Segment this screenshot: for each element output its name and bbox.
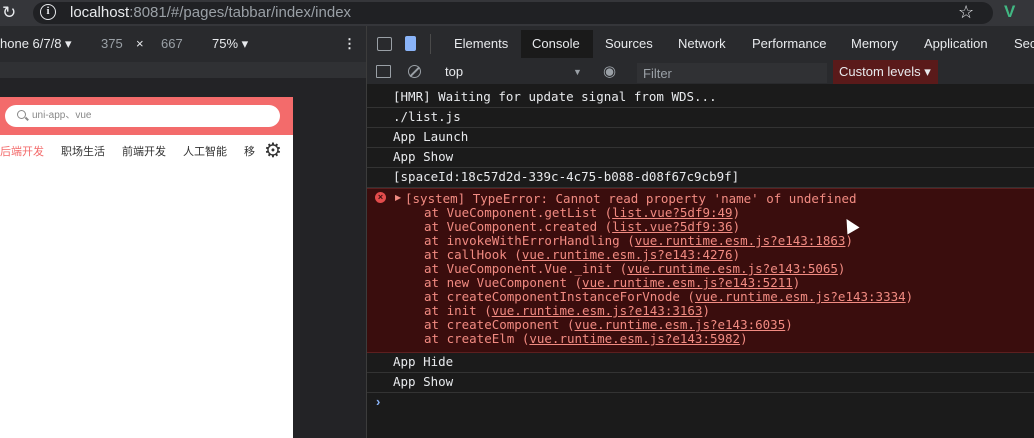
tab-security[interactable]: Sec (1014, 37, 1034, 51)
stack-frame: at createComponentInstanceForVnode (vue.… (424, 289, 914, 304)
phone-search-bar[interactable]: uni-app、vue (5, 105, 280, 127)
search-icon (17, 110, 26, 119)
dimension-separator: × (136, 36, 144, 51)
stack-frame: at VueComponent.created (list.vue?5df9:3… (424, 219, 741, 234)
more-options-icon[interactable]: ⋮ (343, 37, 356, 51)
stack-frame-link[interactable]: vue.runtime.esm.js?e143:3163 (492, 303, 703, 318)
stack-frame: at createElm (vue.runtime.esm.js?e143:59… (424, 331, 748, 346)
device-width[interactable]: 375 (101, 37, 123, 51)
category-tab-career[interactable]: 职场生活 (61, 145, 105, 159)
console-message: [spaceId:18c57d2d-339c-4c75-b088-d08f67c… (367, 168, 1034, 188)
filter-input[interactable] (637, 63, 827, 83)
console-message: App Hide (367, 353, 1034, 373)
stack-frame: at VueComponent.getList (list.vue?5df9:4… (424, 205, 741, 220)
url-text[interactable]: localhost:8081/#/pages/tabbar/index/inde… (70, 4, 351, 22)
stack-frame: at createComponent (vue.runtime.esm.js?e… (424, 317, 793, 332)
stack-frame-link[interactable]: vue.runtime.esm.js?e143:5982 (529, 331, 740, 346)
console-message: ./list.js (367, 108, 1034, 128)
stack-frame: at invokeWithErrorHandling (vue.runtime.… (424, 233, 853, 248)
stack-frame-link[interactable]: vue.runtime.esm.js?e143:4276 (522, 247, 733, 262)
eye-icon[interactable]: ◉ (603, 64, 616, 80)
tab-elements[interactable]: Elements (454, 37, 508, 51)
zoom-select[interactable]: 75% ▾ (212, 37, 248, 51)
log-levels-label: Custom levels ▾ (839, 64, 931, 79)
search-placeholder: uni-app、vue (32, 110, 92, 121)
star-icon[interactable]: ☆ (958, 2, 974, 22)
tab-sources[interactable]: Sources (605, 37, 653, 51)
error-message: [system] TypeError: Cannot read property… (405, 191, 857, 206)
category-tab-frontend[interactable]: 前端开发 (122, 145, 166, 159)
device-toggle-icon[interactable] (405, 36, 416, 51)
sidebar-icon[interactable] (376, 65, 391, 78)
context-label: top (445, 64, 464, 79)
stack-frame-link[interactable]: vue.runtime.esm.js?e143:5211 (582, 275, 793, 290)
tab-performance[interactable]: Performance (752, 37, 826, 51)
device-select[interactable]: hone 6/7/8 ▾ (0, 37, 72, 51)
reload-icon[interactable]: ↻ (2, 3, 16, 23)
device-height[interactable]: 667 (161, 37, 183, 51)
category-tab-more[interactable]: 移 (244, 145, 255, 159)
expand-triangle-icon[interactable]: ▶ (395, 193, 401, 203)
console-message: App Launch (367, 128, 1034, 148)
phone-header: uni-app、vue (0, 97, 293, 135)
category-tab-backend[interactable]: 后端开发 (0, 145, 44, 159)
clear-icon[interactable] (408, 65, 421, 78)
chevron-down-icon: ▼ (573, 67, 582, 77)
error-icon: × (375, 192, 386, 203)
tab-network[interactable]: Network (678, 37, 726, 51)
console-message: [HMR] Waiting for update signal from WDS… (367, 88, 1034, 108)
gear-icon[interactable]: ⚙ (264, 140, 282, 162)
stack-frame: at VueComponent.Vue._init (vue.runtime.e… (424, 261, 846, 276)
console-prompt[interactable]: › (376, 395, 380, 409)
inspect-icon[interactable] (377, 37, 392, 51)
stack-frame-link[interactable]: list.vue?5df9:36 (612, 219, 732, 234)
category-tab-ai[interactable]: 人工智能 (183, 145, 227, 159)
console-message: App Show (367, 148, 1034, 168)
stack-frame-link[interactable]: vue.runtime.esm.js?e143:5065 (627, 261, 838, 276)
tab-divider (430, 34, 431, 54)
device-ruler (0, 62, 367, 78)
tab-console[interactable]: Console (532, 37, 580, 51)
stack-frame-link[interactable]: vue.runtime.esm.js?e143:1863 (635, 233, 846, 248)
stack-frame-link[interactable]: list.vue?5df9:49 (612, 205, 732, 220)
stack-frame: at init (vue.runtime.esm.js?e143:3163) (424, 303, 710, 318)
stack-frame: at callHook (vue.runtime.esm.js?e143:427… (424, 247, 741, 262)
info-icon[interactable]: i (40, 4, 56, 20)
vue-devtools-icon[interactable]: V (1004, 2, 1015, 22)
phone-screen: uni-app、vue 后端开发 职场生活 前端开发 人工智能 移 ⚙ (0, 97, 293, 438)
stack-frame-link[interactable]: vue.runtime.esm.js?e143:3334 (695, 289, 906, 304)
stack-frame: at new VueComponent (vue.runtime.esm.js?… (424, 275, 801, 290)
console-message: App Show (367, 373, 1034, 393)
stack-frame-link[interactable]: vue.runtime.esm.js?e143:6035 (575, 317, 786, 332)
tab-memory[interactable]: Memory (851, 37, 898, 51)
tab-application[interactable]: Application (924, 37, 988, 51)
